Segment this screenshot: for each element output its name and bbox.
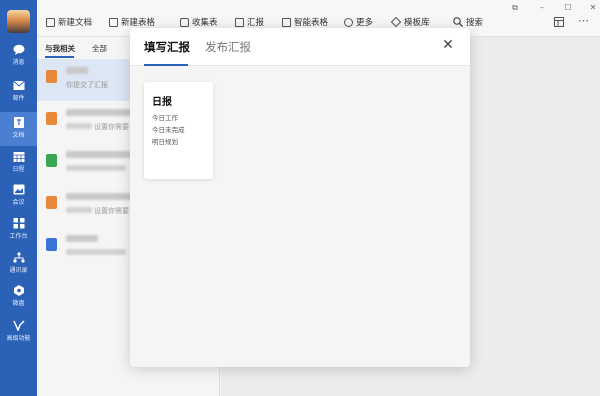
more-label: 更多 xyxy=(356,18,374,28)
tab-publish-report[interactable]: 发布汇报 xyxy=(205,39,251,55)
redacted-subtitle xyxy=(66,207,92,213)
tab-fill-report[interactable]: 填写汇报 xyxy=(144,39,190,55)
mail-icon xyxy=(12,80,25,90)
template-label: 模板库 xyxy=(404,18,430,28)
report-label: 汇报 xyxy=(247,18,265,28)
pin-icon[interactable]: ⧉ xyxy=(510,3,520,13)
new-document-icon xyxy=(46,17,55,27)
rail-label: 文档 xyxy=(12,132,25,139)
template-icon xyxy=(391,17,401,27)
document-doc-icon xyxy=(46,238,57,251)
search-icon xyxy=(453,17,463,27)
template-button[interactable]: 模板库 xyxy=(391,15,430,29)
smart-sheet-label: 智能表格 xyxy=(294,18,329,28)
tab-all[interactable]: 全部 xyxy=(92,43,107,54)
redacted-subtitle xyxy=(66,123,92,129)
smart-sheet-button[interactable]: 智能表格 xyxy=(282,15,328,29)
rail-label: 工作台 xyxy=(9,233,28,240)
new-doc-button[interactable]: 新建文档 xyxy=(46,15,92,29)
card-line: 明日规划 xyxy=(152,138,178,146)
rail-item-messages[interactable]: 消息 xyxy=(0,44,37,76)
layout-icon[interactable] xyxy=(554,17,564,27)
document-icon xyxy=(13,117,24,128)
report-dialog: 填写汇报 发布汇报 ✕ 日报 今日工作 今日未完成 明日规划 xyxy=(130,28,470,367)
close-icon[interactable]: ✕ xyxy=(440,37,456,53)
close-window-icon[interactable]: ✕ xyxy=(588,3,598,13)
report-doc-icon xyxy=(46,70,57,83)
avatar[interactable] xyxy=(7,10,30,33)
maximize-icon[interactable]: ☐ xyxy=(563,3,573,13)
more-options-icon[interactable]: ⋯ xyxy=(578,14,590,27)
rail-label: 通讯录 xyxy=(9,267,28,274)
report-doc-icon xyxy=(46,112,57,125)
dialog-tab-indicator xyxy=(144,64,188,66)
more-button[interactable]: 更多 xyxy=(344,15,373,29)
rail-item-meeting[interactable]: 会议 xyxy=(0,184,37,216)
rail-item-drive[interactable]: 微盘 xyxy=(0,285,37,317)
cloud-disk-icon xyxy=(13,285,24,296)
redacted-title xyxy=(66,235,98,242)
advanced-icon xyxy=(12,320,25,331)
dialog-header: 填写汇报 发布汇报 ✕ xyxy=(130,28,470,66)
list-item-subtitle: 你提交了汇报 xyxy=(66,81,108,89)
collect-form-label: 收集表 xyxy=(192,18,218,28)
rail-item-mail[interactable]: 邮件 xyxy=(0,80,37,112)
calendar-icon xyxy=(13,152,24,162)
card-line: 今日未完成 xyxy=(152,126,185,134)
new-sheet-label: 新建表格 xyxy=(121,18,156,28)
rail-item-workbench[interactable]: 工作台 xyxy=(0,218,37,250)
collect-form-button[interactable]: 收集表 xyxy=(180,15,218,29)
daily-report-card[interactable]: 日报 今日工作 今日未完成 明日规划 xyxy=(144,82,213,179)
rail-item-advanced[interactable]: 高级功能 xyxy=(0,320,37,352)
rail-label: 高级功能 xyxy=(6,335,31,342)
card-title: 日报 xyxy=(152,97,172,108)
smart-sheet-icon xyxy=(282,17,291,27)
report-icon xyxy=(235,17,244,27)
new-sheet-icon xyxy=(109,17,118,27)
list-item-subtitle: 设置你需要 xyxy=(94,123,129,131)
chat-bubble-icon xyxy=(13,44,24,55)
card-line: 今日工作 xyxy=(152,114,178,122)
more-icon xyxy=(344,17,353,27)
tab-indicator xyxy=(45,56,74,58)
redacted-title xyxy=(66,67,88,74)
rail-item-docs[interactable]: 文档 xyxy=(0,112,37,146)
sheet-doc-icon xyxy=(46,154,57,167)
left-rail: 消息 邮件 文档 日程 会议 工作台 通讯录 微盘 高级功能 xyxy=(0,0,37,396)
rail-label: 日程 xyxy=(12,166,25,173)
contacts-icon xyxy=(12,252,25,263)
rail-label: 会议 xyxy=(12,199,25,206)
redacted-subtitle xyxy=(66,165,126,171)
report-doc-icon xyxy=(46,196,57,209)
grid-icon xyxy=(13,218,24,229)
rail-label: 邮件 xyxy=(12,95,25,102)
redacted-subtitle xyxy=(66,249,126,255)
report-button[interactable]: 汇报 xyxy=(235,15,264,29)
rail-item-calendar[interactable]: 日程 xyxy=(0,151,37,183)
search-button[interactable]: 搜索 xyxy=(453,15,483,29)
list-item-subtitle: 设置你需要 xyxy=(94,207,129,215)
rail-item-contacts[interactable]: 通讯录 xyxy=(0,252,37,284)
meeting-icon xyxy=(13,184,24,195)
rail-label: 消息 xyxy=(12,59,25,66)
rail-label: 微盘 xyxy=(12,300,25,307)
tab-related[interactable]: 与我相关 xyxy=(45,43,75,54)
collect-form-icon xyxy=(180,17,189,27)
new-doc-label: 新建文档 xyxy=(58,18,93,28)
search-label: 搜索 xyxy=(466,18,484,28)
new-sheet-button[interactable]: 新建表格 xyxy=(109,15,155,29)
redacted-title xyxy=(66,151,136,158)
minimize-icon[interactable]: – xyxy=(537,3,547,13)
